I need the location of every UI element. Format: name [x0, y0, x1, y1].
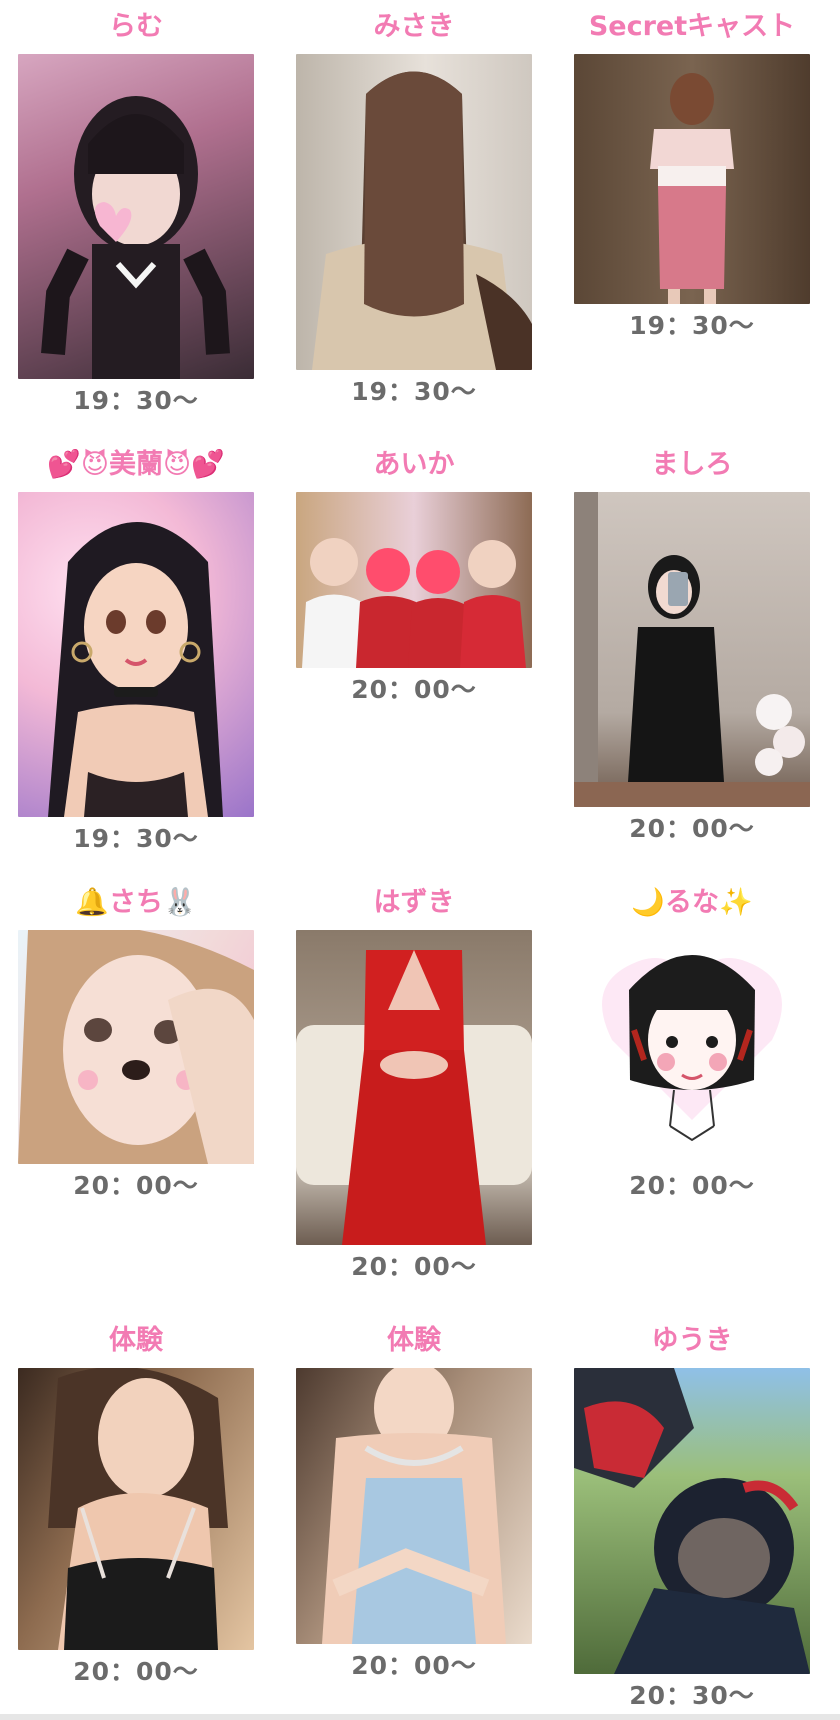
cast-card-sachi[interactable]: 🔔さち🐰 20：00〜 — [18, 886, 254, 1202]
cast-name: ゆうき — [651, 1325, 733, 1356]
cast-card-ramu[interactable]: らむ 19：30〜 — [18, 10, 254, 417]
start-time: 20：00〜 — [351, 1651, 477, 1680]
start-time: 19：30〜 — [73, 824, 199, 853]
cast-name: ましろ — [651, 449, 733, 480]
cast-photo[interactable] — [296, 1368, 532, 1644]
group-photo-illustration — [302, 538, 526, 668]
start-time: 20：00〜 — [629, 1171, 755, 1200]
illustrated-avatar — [629, 955, 755, 1142]
cast-card-secret[interactable]: Secretキャスト 19：30〜 — [574, 10, 810, 342]
portrait-illustration — [41, 96, 230, 379]
selfie-illustration — [18, 930, 254, 1164]
cast-photo[interactable] — [18, 492, 254, 817]
cast-name: 🔔さち🐰 — [75, 887, 197, 918]
cast-photo[interactable] — [296, 492, 532, 668]
start-time: 20：00〜 — [351, 1252, 477, 1281]
dress-photo-illustration — [650, 73, 734, 304]
cast-card-taiken-1[interactable]: 体験 20：00〜 — [18, 1324, 254, 1688]
cast-photo[interactable] — [18, 930, 254, 1164]
cast-name: はずき — [373, 887, 455, 918]
cast-card-runa[interactable]: 🌙るな✨ 20：00〜 — [574, 886, 810, 1202]
start-time: 19：30〜 — [629, 311, 755, 340]
cast-photo[interactable] — [18, 54, 254, 379]
start-time: 19：30〜 — [351, 377, 477, 406]
cast-photo[interactable] — [574, 1368, 810, 1674]
cast-photo[interactable] — [574, 492, 810, 807]
cast-photo[interactable] — [18, 1368, 254, 1650]
red-dress-illustration — [296, 950, 532, 1245]
mirror-selfie-illustration — [574, 492, 810, 807]
cast-name: 💕😈美蘭😈💕 — [47, 449, 225, 480]
cast-card-miran[interactable]: 💕😈美蘭😈💕 19：30〜 — [18, 448, 254, 855]
cast-card-hazuki[interactable]: はずき 20：00〜 — [296, 886, 532, 1283]
cast-name: 体験 — [109, 1325, 163, 1356]
cast-name: Secretキャスト — [588, 11, 796, 42]
start-time: 20：00〜 — [73, 1171, 199, 1200]
start-time: 20：00〜 — [629, 814, 755, 843]
portrait-illustration — [322, 1368, 506, 1644]
cast-name: みさき — [373, 11, 455, 42]
start-time: 20：30〜 — [629, 1681, 755, 1710]
bottom-divider — [0, 1714, 840, 1720]
cast-photo[interactable] — [296, 54, 532, 370]
cast-name: らむ — [109, 11, 163, 42]
cast-card-yuuki[interactable]: ゆうき 20：30〜 — [574, 1324, 810, 1712]
cast-name: 🌙るな✨ — [631, 887, 753, 918]
cast-photo[interactable] — [574, 54, 810, 304]
portrait-illustration — [48, 1368, 228, 1650]
cast-name: 体験 — [387, 1325, 441, 1356]
cast-card-mashiro[interactable]: ましろ 20：00〜 — [574, 448, 810, 845]
cast-card-misaki[interactable]: みさき 19：30〜 — [296, 10, 532, 408]
anime-portrait-illustration — [48, 522, 223, 817]
cast-card-aika[interactable]: あいか 20：00〜 — [296, 448, 532, 706]
cast-name: あいか — [373, 449, 455, 480]
cast-photo[interactable] — [574, 930, 810, 1164]
cast-photo[interactable] — [296, 930, 532, 1245]
motorcycle-selfie-illustration — [574, 1368, 810, 1674]
cast-card-taiken-2[interactable]: 体験 20：00〜 — [296, 1324, 532, 1682]
start-time: 19：30〜 — [73, 386, 199, 415]
hair-photo-illustration — [312, 71, 532, 370]
start-time: 20：00〜 — [351, 675, 477, 704]
start-time: 20：00〜 — [73, 1657, 199, 1686]
